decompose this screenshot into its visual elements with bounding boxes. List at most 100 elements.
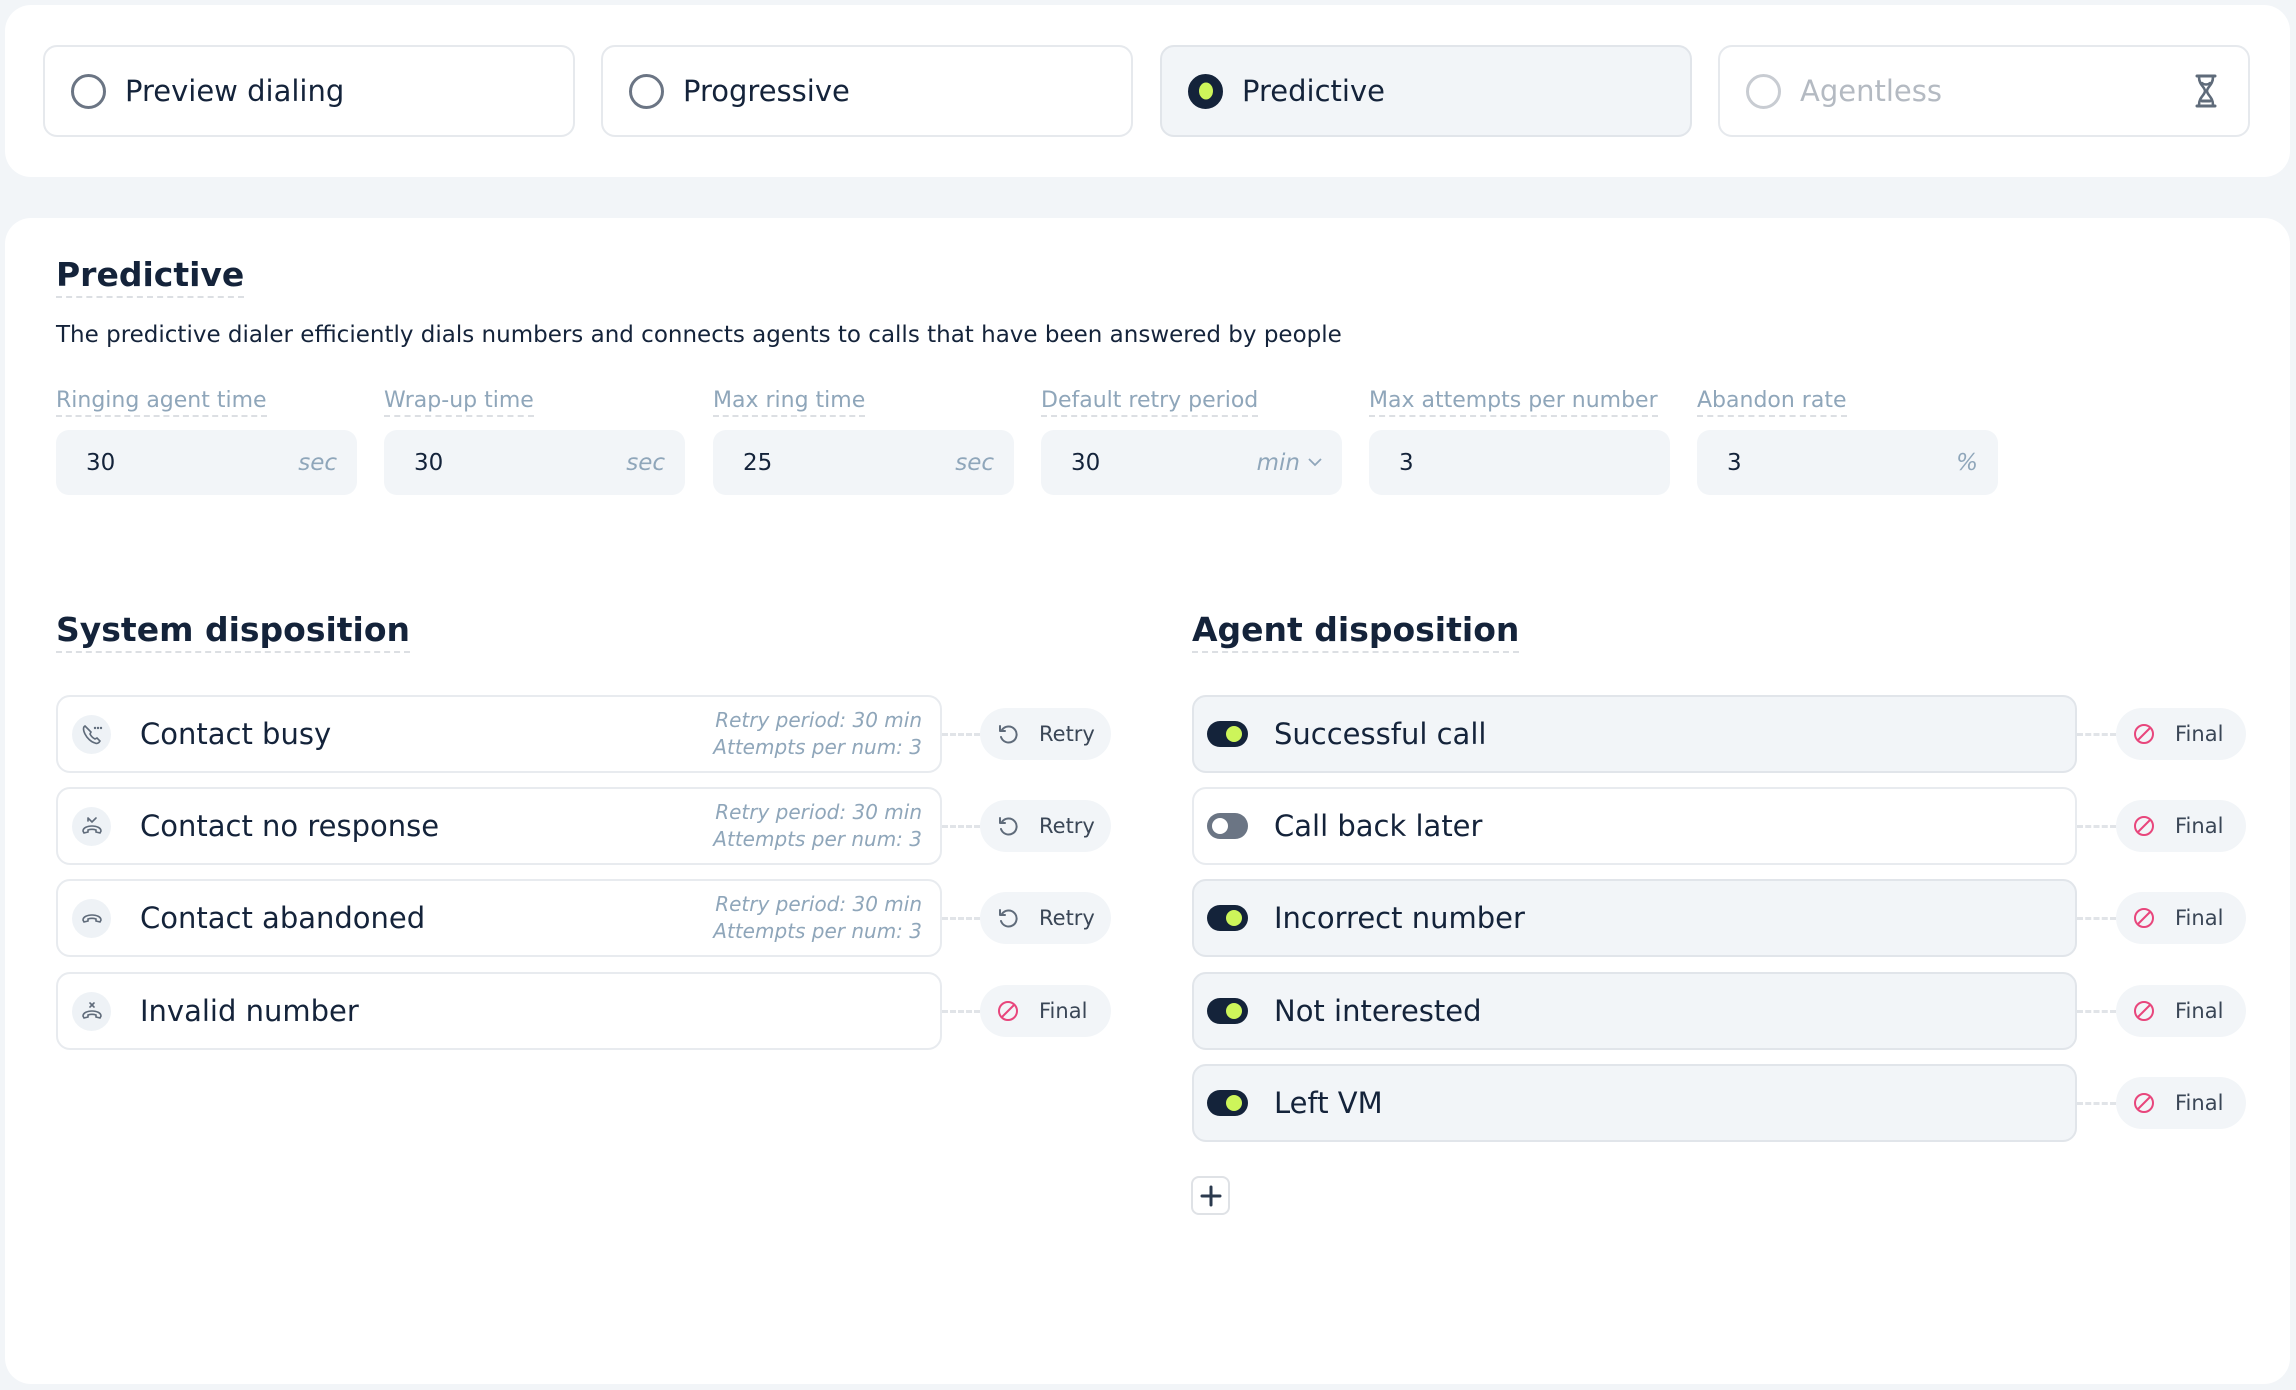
action-label: Final — [2175, 722, 2224, 746]
abandon-rate-field[interactable]: 3 % — [1697, 430, 1998, 495]
row-label: Left VM — [1274, 1086, 1383, 1120]
label-abandon-rate: Abandon rate — [1697, 388, 1847, 418]
connector-line — [2077, 733, 2116, 736]
default-retry-period-field[interactable]: 30 min — [1041, 430, 1342, 495]
retry-period-text: Retry period: 30 min — [715, 892, 922, 916]
connector-line — [942, 733, 980, 736]
connector-line — [2077, 917, 2116, 920]
wrap-up-time-value[interactable]: 30 — [414, 450, 626, 476]
toggle-switch[interactable] — [1207, 721, 1248, 747]
radio-unchecked-icon — [1746, 73, 1781, 109]
row-label: Invalid number — [140, 994, 359, 1028]
retry-action-pill[interactable]: Retry — [980, 800, 1111, 852]
row-label: Not interested — [1274, 994, 1482, 1028]
system-disposition-row-contact-busy[interactable]: Contact busy Retry period: 30 min Attemp… — [56, 695, 942, 773]
mode-option-progressive[interactable]: Progressive — [601, 45, 1133, 137]
unit-label: sec — [626, 449, 665, 476]
final-action-pill[interactable]: Final — [2116, 1077, 2246, 1129]
agent-disposition-row-successful-call[interactable]: Successful call — [1192, 695, 2077, 773]
retry-meta: Retry period: 30 min Attempts per num: 3 — [713, 799, 922, 853]
phone-busy-icon — [72, 714, 111, 754]
agent-disposition-row-left-vm[interactable]: Left VM — [1192, 1064, 2077, 1142]
final-action-pill[interactable]: Final — [2116, 985, 2246, 1037]
system-disposition-row-contact-abandoned[interactable]: Contact abandoned Retry period: 30 min A… — [56, 879, 942, 957]
connector-line — [2077, 1010, 2116, 1013]
final-icon — [2134, 724, 2154, 744]
mode-option-preview-dialing[interactable]: Preview dialing — [43, 45, 575, 137]
agent-disposition-row-incorrect-number[interactable]: Incorrect number — [1192, 879, 2077, 957]
retry-icon — [999, 909, 1018, 928]
max-attempts-value[interactable]: 3 — [1399, 450, 1650, 476]
abandon-rate-value[interactable]: 3 — [1727, 450, 1956, 476]
max-ring-time-field[interactable]: 25 sec — [713, 430, 1014, 495]
unit-label: min — [1256, 449, 1300, 476]
action-label: Final — [2175, 906, 2224, 930]
unit-dropdown[interactable]: min — [1257, 450, 1322, 476]
action-label: Retry — [1039, 722, 1095, 746]
phone-invalid-icon — [72, 991, 111, 1031]
mode-label: Progressive — [683, 74, 850, 108]
row-label: Contact busy — [140, 717, 332, 751]
agent-disposition-row-call-back-later[interactable]: Call back later — [1192, 787, 2077, 865]
toggle-switch[interactable] — [1207, 998, 1248, 1024]
default-retry-period-value[interactable]: 30 — [1071, 450, 1257, 476]
label-max-ring-time: Max ring time — [713, 388, 866, 418]
unit-label: sec — [955, 449, 994, 476]
mode-label: Preview dialing — [125, 74, 345, 108]
label-wrap-up-time: Wrap-up time — [384, 388, 534, 418]
connector-line — [2077, 1102, 2116, 1105]
action-label: Retry — [1039, 906, 1095, 930]
label-default-retry-period: Default retry period — [1041, 388, 1259, 418]
section-title-system-disposition: System disposition — [56, 611, 411, 653]
mode-label: Agentless — [1800, 74, 1942, 108]
connector-line — [2077, 825, 2116, 828]
wrap-up-time-field[interactable]: 30 sec — [384, 430, 685, 495]
radio-unchecked-icon — [71, 73, 106, 109]
add-agent-disposition-button[interactable] — [1191, 1176, 1230, 1215]
toggle-switch[interactable] — [1207, 813, 1248, 839]
row-label: Call back later — [1274, 809, 1483, 843]
action-label: Final — [2175, 814, 2224, 838]
unit-label: sec — [298, 449, 337, 476]
retry-action-pill[interactable]: Retry — [980, 708, 1111, 760]
retry-icon — [999, 817, 1018, 836]
retry-action-pill[interactable]: Retry — [980, 892, 1111, 944]
row-label: Contact abandoned — [140, 901, 426, 935]
radio-unchecked-icon — [629, 73, 664, 109]
unit-label: % — [1956, 449, 1978, 476]
row-label: Successful call — [1274, 717, 1487, 751]
section-title-predictive: Predictive — [56, 256, 245, 298]
max-attempts-field[interactable]: 3 — [1369, 430, 1670, 495]
final-icon — [998, 1001, 1018, 1021]
final-action-pill[interactable]: Final — [2116, 800, 2246, 852]
toggle-switch[interactable] — [1207, 1090, 1248, 1116]
predictive-settings-card: Predictive The predictive dialer efficie… — [5, 218, 2290, 1384]
toggle-switch[interactable] — [1207, 905, 1248, 931]
phone-missed-icon — [72, 806, 111, 846]
label-max-attempts: Max attempts per number — [1369, 388, 1658, 418]
ringing-agent-time-value[interactable]: 30 — [86, 450, 298, 476]
mode-option-agentless[interactable]: Agentless — [1718, 45, 2250, 137]
max-ring-time-value[interactable]: 25 — [743, 450, 955, 476]
final-action-pill[interactable]: Final — [2116, 708, 2246, 760]
radio-checked-icon — [1188, 73, 1223, 109]
final-action-pill[interactable]: Final — [2116, 892, 2246, 944]
connector-line — [942, 917, 980, 920]
attempts-text: Attempts per num: 3 — [713, 827, 922, 851]
retry-meta: Retry period: 30 min Attempts per num: 3 — [713, 891, 922, 945]
final-icon — [2134, 1001, 2154, 1021]
ringing-agent-time-field[interactable]: 30 sec — [56, 430, 357, 495]
system-disposition-row-invalid-number[interactable]: Invalid number — [56, 972, 942, 1050]
mode-label: Predictive — [1242, 74, 1385, 108]
action-label: Retry — [1039, 814, 1095, 838]
chevron-down-icon — [1308, 458, 1322, 467]
action-label: Final — [2175, 999, 2224, 1023]
final-action-pill[interactable]: Final — [980, 985, 1111, 1037]
system-disposition-row-contact-no-response[interactable]: Contact no response Retry period: 30 min… — [56, 787, 942, 865]
retry-icon — [999, 725, 1018, 744]
agent-disposition-row-not-interested[interactable]: Not interested — [1192, 972, 2077, 1050]
phone-hangup-icon — [72, 898, 111, 938]
connector-line — [942, 825, 980, 828]
mode-option-predictive[interactable]: Predictive — [1160, 45, 1692, 137]
final-icon — [2134, 908, 2154, 928]
